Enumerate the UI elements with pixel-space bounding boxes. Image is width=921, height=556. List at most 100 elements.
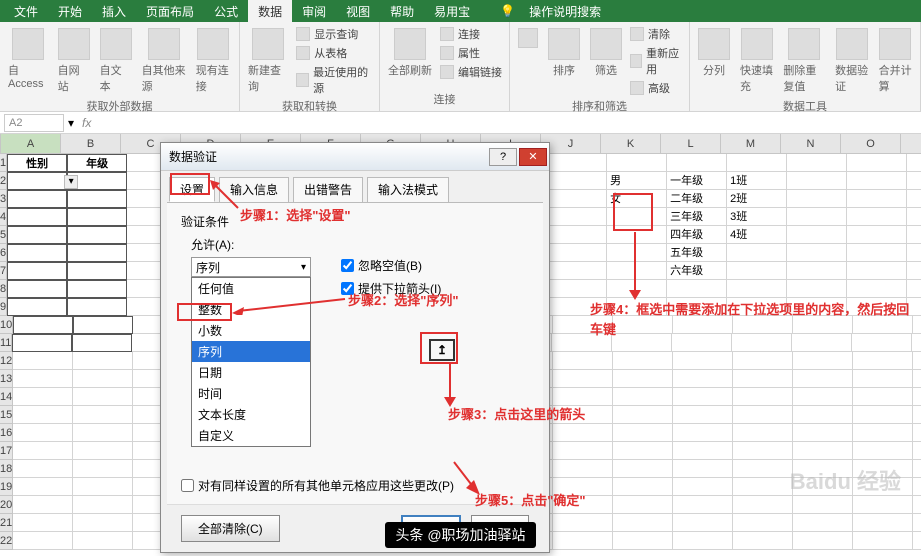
- cell-O17[interactable]: [853, 442, 913, 460]
- cell-K5[interactable]: [607, 226, 667, 244]
- row-2[interactable]: 2: [0, 172, 7, 190]
- cell-A14[interactable]: [13, 388, 73, 406]
- clear-filter-item[interactable]: 清除: [630, 26, 683, 42]
- cell-P12[interactable]: [913, 352, 921, 370]
- cell-K2[interactable]: 男: [607, 172, 667, 190]
- help-button[interactable]: ?: [489, 148, 517, 166]
- cell-N7[interactable]: [787, 262, 847, 280]
- cell-N15[interactable]: [793, 406, 853, 424]
- consolidate-button[interactable]: 合并计算: [877, 26, 914, 96]
- cell-L1[interactable]: [667, 154, 727, 172]
- existing-conn-button[interactable]: 现有连接: [194, 26, 233, 96]
- cell-O13[interactable]: [853, 370, 913, 388]
- cell-L7[interactable]: 六年级: [667, 262, 727, 280]
- cell-A4[interactable]: [7, 208, 67, 226]
- cell-L8[interactable]: [667, 280, 727, 298]
- properties-item[interactable]: 属性: [440, 45, 502, 61]
- cell-J1[interactable]: [547, 154, 607, 172]
- cell-B4[interactable]: [67, 208, 127, 226]
- menu-file[interactable]: 文件: [4, 0, 48, 23]
- sort-asc-button[interactable]: [516, 26, 540, 50]
- cell-P8[interactable]: [907, 280, 921, 298]
- col-B[interactable]: B: [61, 134, 121, 153]
- col-M[interactable]: M: [721, 134, 781, 153]
- cell-O4[interactable]: [847, 208, 907, 226]
- cell-P1[interactable]: [907, 154, 921, 172]
- cell-O7[interactable]: [847, 262, 907, 280]
- name-box[interactable]: [4, 114, 64, 132]
- cell-P18[interactable]: [913, 460, 921, 478]
- cell-L20[interactable]: [673, 496, 733, 514]
- cell-P10[interactable]: [913, 316, 921, 334]
- sort-button[interactable]: 排序: [546, 26, 582, 80]
- cell-A12[interactable]: [13, 352, 73, 370]
- reapply-item[interactable]: 重新应用: [630, 45, 683, 77]
- cell-M16[interactable]: [733, 424, 793, 442]
- cell-L19[interactable]: [673, 478, 733, 496]
- range-select-button[interactable]: ↥: [429, 339, 455, 361]
- cell-B13[interactable]: [73, 370, 133, 388]
- cell-A5[interactable]: [7, 226, 67, 244]
- cell-O12[interactable]: [853, 352, 913, 370]
- cell-K7[interactable]: [607, 262, 667, 280]
- cell-A18[interactable]: [13, 460, 73, 478]
- cell-B16[interactable]: [73, 424, 133, 442]
- row-12[interactable]: 12: [0, 352, 13, 370]
- cell-J3[interactable]: [547, 190, 607, 208]
- cell-P5[interactable]: [907, 226, 921, 244]
- show-query-item[interactable]: 显示查询: [296, 26, 373, 42]
- cell-P13[interactable]: [913, 370, 921, 388]
- cell-K12[interactable]: [613, 352, 673, 370]
- row-3[interactable]: 3: [0, 190, 7, 208]
- menu-formula[interactable]: 公式: [204, 0, 248, 23]
- cell-B3[interactable]: [67, 190, 127, 208]
- tab-settings[interactable]: 设置: [169, 177, 215, 202]
- cell-N6[interactable]: [787, 244, 847, 262]
- cell-B6[interactable]: [67, 244, 127, 262]
- allow-option[interactable]: 序列: [192, 341, 310, 362]
- cell-N1[interactable]: [787, 154, 847, 172]
- cell-M6[interactable]: [727, 244, 787, 262]
- cell-L6[interactable]: 五年级: [667, 244, 727, 262]
- cell-O3[interactable]: [847, 190, 907, 208]
- cell-M8[interactable]: [727, 280, 787, 298]
- cell-J13[interactable]: [553, 370, 613, 388]
- cell-B8[interactable]: [67, 280, 127, 298]
- cell-J12[interactable]: [553, 352, 613, 370]
- new-query-button[interactable]: 新建查询: [246, 26, 290, 96]
- edit-links-item[interactable]: 编辑链接: [440, 64, 502, 80]
- flash-fill-button[interactable]: 快速填充: [738, 26, 775, 96]
- row-7[interactable]: 7: [0, 262, 7, 280]
- cell-K17[interactable]: [613, 442, 673, 460]
- cell-J16[interactable]: [553, 424, 613, 442]
- from-text-button[interactable]: 自文本: [98, 26, 134, 96]
- cell-L13[interactable]: [673, 370, 733, 388]
- cell-P11[interactable]: [912, 334, 921, 352]
- cell-J4[interactable]: [547, 208, 607, 226]
- cell-M14[interactable]: [733, 388, 793, 406]
- from-other-button[interactable]: 自其他来源: [140, 26, 188, 96]
- allow-combo[interactable]: 序列: [191, 257, 311, 277]
- cell-J18[interactable]: [553, 460, 613, 478]
- cell-P19[interactable]: [913, 478, 921, 496]
- connections-item[interactable]: 连接: [440, 26, 502, 42]
- cell-L4[interactable]: 三年级: [667, 208, 727, 226]
- cell-N5[interactable]: [787, 226, 847, 244]
- cell-N16[interactable]: [793, 424, 853, 442]
- filter-button[interactable]: 筛选: [588, 26, 624, 80]
- cell-B20[interactable]: [73, 496, 133, 514]
- menu-help[interactable]: 帮助: [380, 0, 424, 23]
- cell-K1[interactable]: [607, 154, 667, 172]
- cell-N12[interactable]: [793, 352, 853, 370]
- tab-input-msg[interactable]: 输入信息: [219, 177, 289, 202]
- row-8[interactable]: 8: [0, 280, 7, 298]
- cell-P2[interactable]: [907, 172, 921, 190]
- from-access-button[interactable]: 自 Access: [6, 26, 50, 92]
- cell-J17[interactable]: [553, 442, 613, 460]
- cell-L18[interactable]: [673, 460, 733, 478]
- cell-B15[interactable]: [73, 406, 133, 424]
- cell-B10[interactable]: [73, 316, 133, 334]
- cell-A11[interactable]: [12, 334, 72, 352]
- row-18[interactable]: 18: [0, 460, 13, 478]
- row-17[interactable]: 17: [0, 442, 13, 460]
